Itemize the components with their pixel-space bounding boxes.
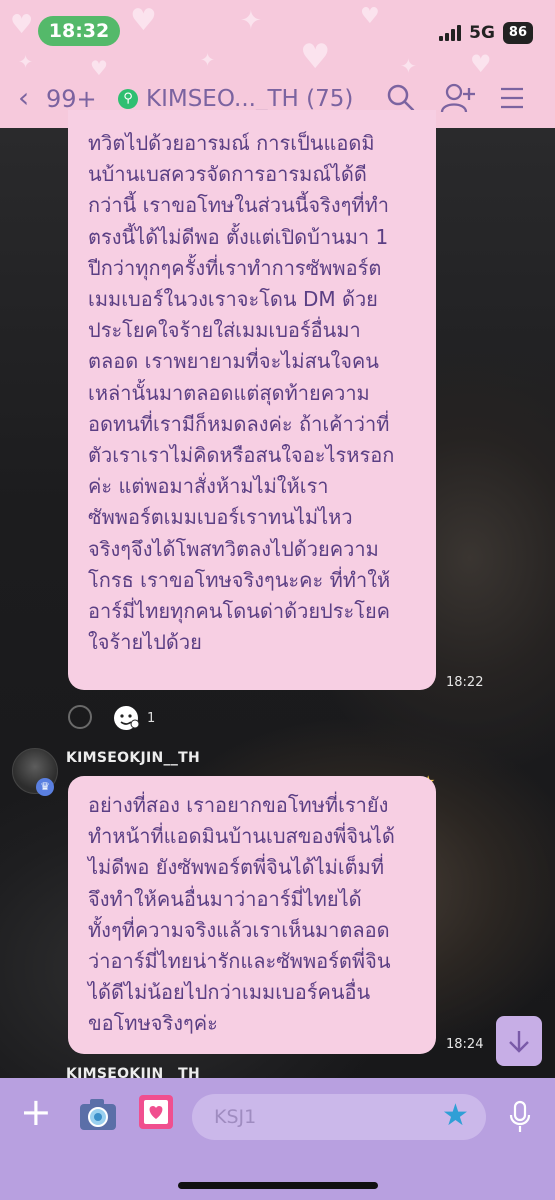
add-reaction-icon[interactable]: [68, 705, 92, 729]
status-indicators: 5G 86: [439, 22, 533, 44]
back-chevron-icon[interactable]: ‹: [18, 82, 29, 114]
heart-decoration-icon: ♥: [470, 50, 492, 78]
admin-crown-icon: ♛: [36, 778, 54, 796]
scroll-to-bottom-button[interactable]: [496, 1016, 542, 1066]
home-indicator: [178, 1182, 378, 1189]
emoticon-star-icon[interactable]: ★: [442, 1098, 469, 1134]
heart-decoration-icon: ♥: [360, 4, 380, 29]
message-bubble[interactable]: ทวิตไปด้วยอารมณ์ การเป็นแอดมิ นบ้านเบสคว…: [68, 110, 436, 690]
input-bar: + KSJ1 ★: [0, 1078, 555, 1200]
heart-decoration-icon: ♥: [300, 37, 331, 77]
sender-name[interactable]: KIMSEOKJIN__TH: [66, 750, 200, 766]
add-member-icon[interactable]: [440, 82, 476, 118]
signal-icon: [439, 25, 462, 41]
sparkle-decoration-icon: ✦: [200, 50, 216, 71]
header: ♥ ♥ ✦ ♥ ♥ ✦ ♥ ✦ ♥ ✦ 18:32 5G 86 ‹ 99+ ⚲ …: [0, 0, 555, 128]
arrow-down-icon: [509, 1031, 529, 1053]
heart-decoration-icon: ♥: [10, 10, 34, 40]
network-type: 5G: [469, 23, 495, 43]
plus-icon[interactable]: +: [20, 1092, 52, 1132]
sender-name[interactable]: KIMSEOKJIN__TH: [66, 1066, 200, 1078]
menu-icon[interactable]: [498, 82, 526, 118]
sparkle-decoration-icon: ✦: [18, 52, 34, 73]
message-time: 18:22: [446, 675, 484, 690]
heart-decoration-icon: ♥: [130, 3, 157, 38]
microphone-icon[interactable]: [508, 1100, 532, 1138]
reaction-emoji-icon[interactable]: [112, 704, 140, 732]
reaction-count: 1: [147, 711, 156, 726]
open-chat-icon: ⚲: [118, 89, 138, 109]
photo-gallery-icon[interactable]: [136, 1092, 176, 1136]
camera-icon[interactable]: [78, 1096, 118, 1136]
status-time: 18:32: [38, 16, 120, 46]
heart-decoration-icon: ♥: [90, 56, 108, 80]
message-time: 18:24: [446, 1037, 484, 1052]
sparkle-decoration-icon: ✦: [400, 54, 417, 78]
message-bubble[interactable]: อย่างที่สอง เราอยากขอโทษที่เรายัง ทำหน้า…: [68, 776, 436, 1054]
battery-level: 86: [502, 22, 533, 44]
sparkle-decoration-icon: ✦: [240, 6, 262, 36]
